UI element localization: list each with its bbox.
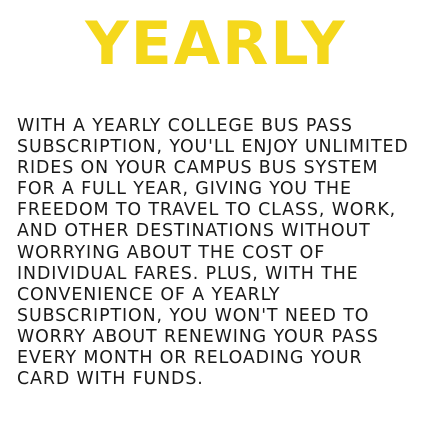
page-title: YEARLY — [85, 9, 347, 79]
description-paragraph: WITH A YEARLY COLLEGE BUS PASS SUBSCRIPT… — [17, 116, 429, 390]
description-line: WITH A YEARLY COLLEGE BUS PASS — [17, 116, 353, 136]
description-line: WORRY ABOUT RENEWING YOUR PASS — [17, 326, 379, 347]
description-line: AND OTHER DESTINATIONS WITHOUT — [17, 221, 371, 242]
description-line: CONVENIENCE OF A YEARLY — [17, 284, 281, 305]
description-line: CARD WITH FUNDS. — [17, 369, 204, 390]
description-line: WORRYING ABOUT THE COST OF — [17, 242, 326, 263]
description-line: FOR A FULL YEAR, GIVING YOU THE — [17, 179, 352, 200]
description-line: FREEDOM TO TRAVEL TO CLASS, WORK, — [17, 200, 397, 221]
description-line: EVERY MONTH OR RELOADING YOUR — [17, 348, 363, 369]
description-line: SUBSCRIPTION, YOU'LL ENJOY UNLIMITED — [17, 137, 409, 158]
description-line: INDIVIDUAL FARES. PLUS, WITH THE — [17, 263, 359, 284]
description-line: SUBSCRIPTION, YOU WON'T NEED TO — [17, 305, 370, 326]
description-line: RIDES ON YOUR CAMPUS BUS SYSTEM — [17, 158, 379, 179]
